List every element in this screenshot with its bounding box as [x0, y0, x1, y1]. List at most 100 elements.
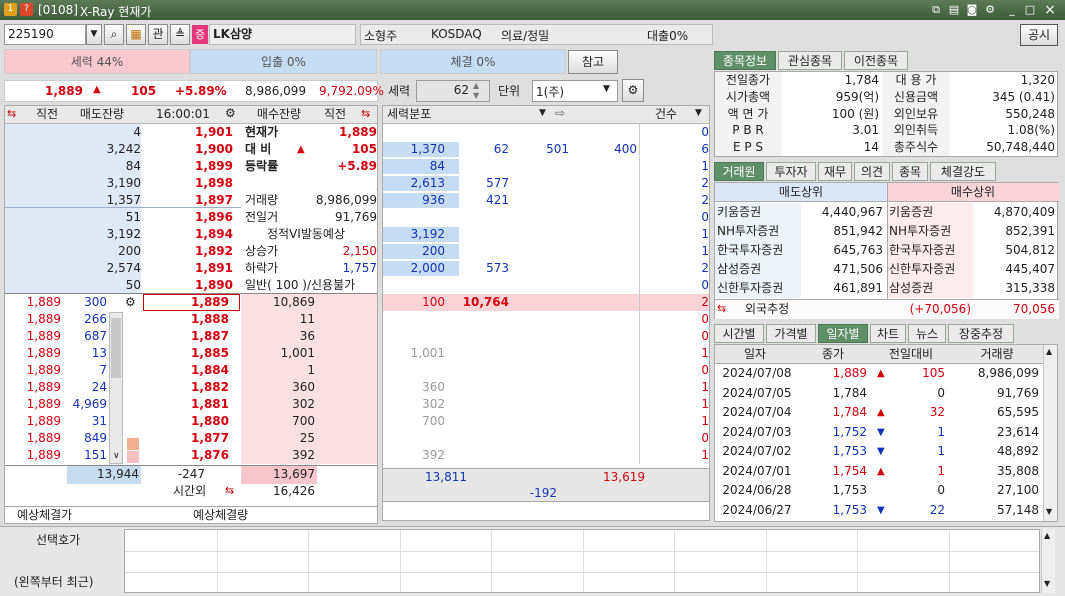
bid-price[interactable]: 1,876	[141, 447, 229, 464]
chevron-down-icon[interactable]: ▼	[86, 24, 102, 45]
broker-buy-name[interactable]: 삼성증권	[889, 280, 973, 297]
scroll-down-icon[interactable]: ▼	[1044, 579, 1050, 588]
toggle-arrows-icon[interactable]: ⇆	[361, 107, 370, 120]
gear-icon[interactable]: ⚙	[125, 295, 136, 309]
bid-price[interactable]: 1,887	[141, 328, 229, 345]
scroll-up-icon[interactable]: ▲	[1046, 347, 1052, 356]
chevron-down-icon[interactable]: ▼	[695, 108, 702, 118]
settings-icon[interactable]: ⚙	[982, 2, 998, 18]
tick-scroll-thumb[interactable]	[111, 318, 121, 378]
ask-price[interactable]: 1,890	[141, 277, 233, 294]
link-icon[interactable]: ⧉	[928, 2, 944, 18]
broker-sell-name[interactable]: 신한투자증권	[717, 280, 801, 297]
ask-price[interactable]: 1,891	[141, 260, 233, 277]
scroll-up-icon[interactable]: ▲	[1044, 531, 1050, 540]
print-icon[interactable]: ▤	[946, 2, 962, 18]
broker-tab[interactable]: 투자자	[766, 162, 816, 181]
chevron-down-icon[interactable]: ▼	[539, 108, 546, 118]
foreign-value: 70,056	[1013, 302, 1055, 316]
daily-header[interactable]: 종가	[795, 346, 871, 363]
broker-buy-name[interactable]: NH투자증권	[889, 223, 973, 240]
bid-price[interactable]: 1,889	[141, 294, 229, 311]
broker-sell-name[interactable]: 삼성증권	[717, 261, 801, 278]
stock-info-tab[interactable]: 관심종목	[778, 51, 842, 70]
bid-price[interactable]: 1,884	[141, 362, 229, 379]
help-icon[interactable]: ?	[20, 3, 33, 16]
scroll-down-icon[interactable]: ▼	[1046, 507, 1052, 516]
tick-qty: 687	[84, 329, 107, 343]
bid-price[interactable]: 1,881	[141, 396, 229, 413]
daily-tab[interactable]: 장중추정	[948, 324, 1014, 343]
dist-col-d	[573, 158, 637, 175]
search-icon[interactable]: ⌕	[104, 24, 124, 45]
bid-price[interactable]: 1,882	[141, 379, 229, 396]
broker-sell-name[interactable]: 키움증권	[717, 204, 801, 221]
badge-gwan[interactable]: 관	[148, 24, 168, 45]
broker-tab[interactable]: 거래원	[714, 162, 764, 181]
maximize-button[interactable]: □	[1022, 2, 1038, 18]
ask-qty: 51	[125, 210, 141, 224]
broker-buy-name[interactable]: 한국투자증권	[889, 242, 973, 259]
daily-tab[interactable]: 시간별	[714, 324, 764, 343]
calendar-icon[interactable]: ▦	[126, 24, 146, 45]
daily-panel: 시간별 가격별 일자별 차트 뉴스 장중추정 일자 종가 전일대비 거래량 2024/07/08…	[714, 324, 1058, 522]
export-icon[interactable]: ⇨	[555, 106, 565, 120]
bid-price[interactable]: 1,888	[141, 311, 229, 328]
daily-header[interactable]: 일자	[715, 346, 795, 363]
bid-price[interactable]: 1,885	[141, 345, 229, 362]
ask-price[interactable]: 1,897	[141, 192, 233, 209]
bid-qty: 1,001	[280, 346, 315, 360]
gear-icon[interactable]: ⚙	[622, 79, 644, 102]
stock-code-input[interactable]: 225190	[4, 24, 86, 45]
ask-price[interactable]: 1,899	[141, 158, 233, 175]
toggle-arrows-icon[interactable]: ⇆	[717, 302, 726, 315]
broker-tab[interactable]: 의견	[854, 162, 890, 181]
daily-scrollbar[interactable]: ▲ ▼	[1043, 345, 1057, 521]
broker-buy-name[interactable]: 신한투자증권	[889, 261, 973, 278]
camera-icon[interactable]: ◙	[964, 2, 980, 18]
daily-tab[interactable]: 가격별	[766, 324, 816, 343]
ask-price[interactable]: 1,894	[141, 226, 233, 243]
gear-icon[interactable]: ⚙	[225, 106, 236, 120]
ask-price[interactable]: 1,898	[141, 175, 233, 192]
broker-tab[interactable]: 종목	[892, 162, 928, 181]
chevron-down-icon[interactable]: ▼	[603, 84, 610, 94]
ask-price[interactable]: 1,901	[141, 124, 233, 141]
minimize-button[interactable]: _	[1004, 2, 1020, 18]
daily-header[interactable]: 전일대비	[871, 346, 951, 363]
daily-date: 2024/07/05	[722, 385, 792, 400]
broker-sell-name[interactable]: NH투자증권	[717, 223, 801, 240]
toggle-arrows-icon[interactable]: ⇆	[7, 107, 16, 120]
stack-icon[interactable]: ≜	[170, 24, 190, 45]
ask-price[interactable]: 1,896	[141, 209, 233, 226]
seryuk-stepper[interactable]: 62 ▲ ▼	[416, 80, 490, 102]
broker-tab[interactable]: 재무	[818, 162, 852, 181]
unit-select[interactable]: 1(주) ▼	[532, 80, 618, 102]
daily-tab[interactable]: 뉴스	[908, 324, 946, 343]
ask-qty: 84	[125, 159, 141, 173]
ask-price[interactable]: 1,892	[141, 243, 233, 260]
daily-header[interactable]: 거래량	[951, 346, 1043, 363]
bid-price[interactable]: 1,880	[141, 413, 229, 430]
close-button[interactable]: ×	[1042, 2, 1058, 18]
daily-tab[interactable]: 일자별	[818, 324, 868, 343]
notice-button[interactable]: 공시	[1020, 24, 1058, 46]
stock-info-tab[interactable]: 종목정보	[714, 51, 776, 70]
bottom-scrollbar[interactable]: ▲ ▼	[1041, 529, 1055, 593]
stepper-up-icon[interactable]: ▲	[473, 81, 479, 90]
dist-count: 1	[701, 380, 709, 394]
ask-price[interactable]: 1,900	[141, 141, 233, 158]
daily-tab[interactable]: 차트	[870, 324, 906, 343]
toggle-arrows-icon[interactable]: ⇆	[225, 484, 234, 497]
broker-sell-volume: 461,891	[833, 281, 883, 295]
reference-button[interactable]: 참고	[568, 50, 618, 74]
header-prev: 직전	[35, 107, 59, 121]
broker-buy-name[interactable]: 키움증권	[889, 204, 973, 221]
broker-tab[interactable]: 체결강도	[930, 162, 996, 181]
info-value: +5.89	[337, 159, 377, 173]
stock-info-tab[interactable]: 이전종목	[844, 51, 908, 70]
broker-sell-name[interactable]: 한국투자증권	[717, 242, 801, 259]
bid-price[interactable]: 1,877	[141, 430, 229, 447]
chevron-down-icon[interactable]: ∨	[113, 451, 120, 461]
stepper-down-icon[interactable]: ▼	[473, 91, 479, 100]
